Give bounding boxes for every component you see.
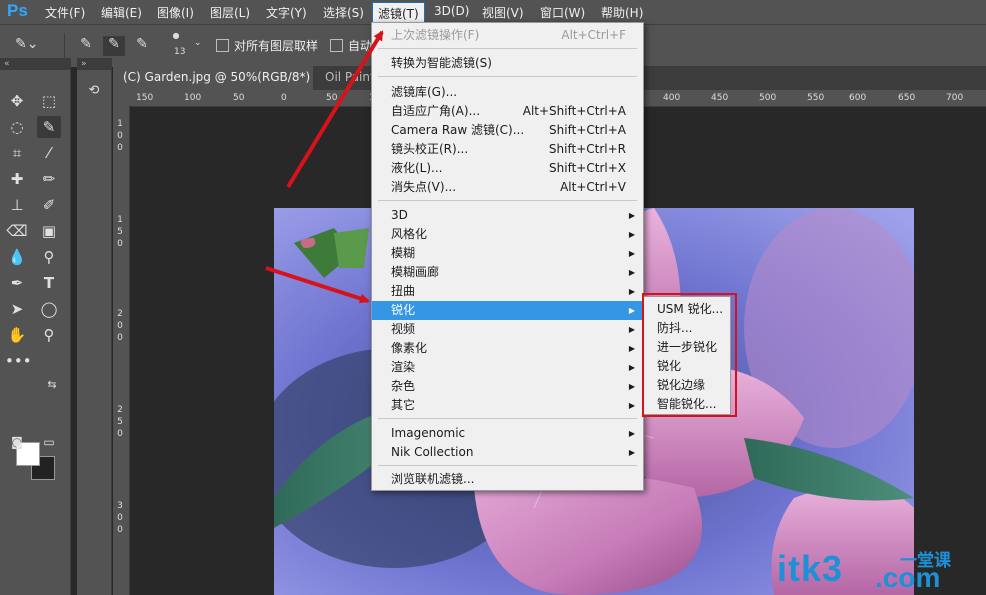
annotation-arrows bbox=[265, 30, 384, 304]
watermark-main: itk3 bbox=[777, 548, 844, 589]
watermark-logo: itk3 .com 一堂课 bbox=[777, 544, 977, 594]
annotation-arrow-to-filter-menu bbox=[286, 30, 384, 189]
watermark-tag: 一堂课 bbox=[900, 551, 951, 571]
annotation-arrow-to-sharpen bbox=[265, 266, 370, 304]
